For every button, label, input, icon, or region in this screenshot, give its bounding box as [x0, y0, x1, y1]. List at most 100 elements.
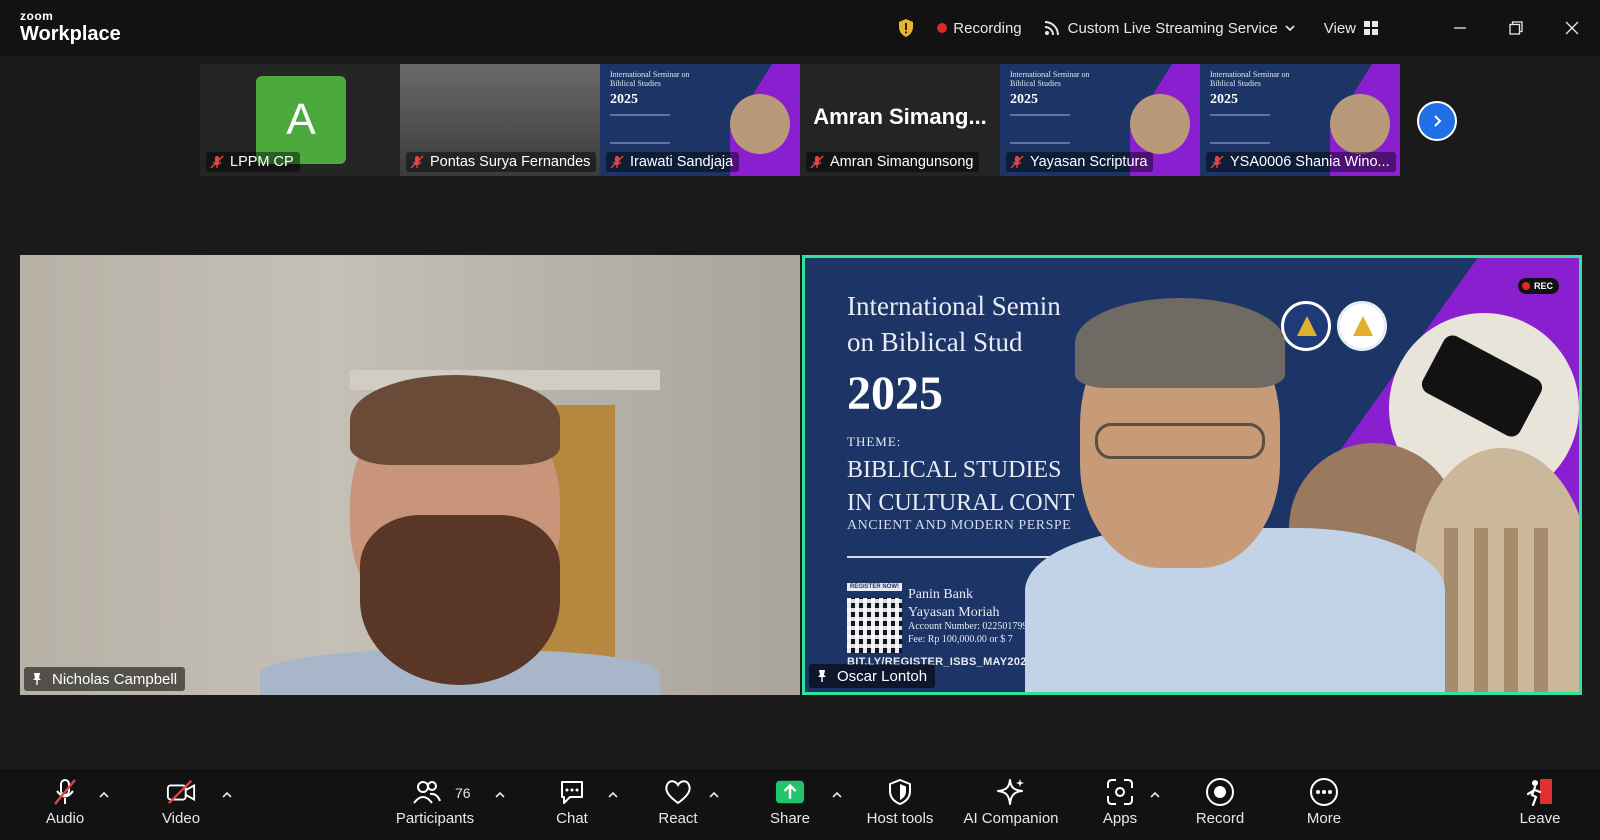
participant-name: LPPM CP	[230, 154, 294, 170]
chat-options-caret[interactable]	[607, 789, 619, 801]
apps-label: Apps	[1102, 810, 1138, 827]
shield-icon[interactable]	[897, 18, 915, 38]
mini-poster-title: International Seminar on Biblical Studie…	[610, 70, 690, 89]
avatar: A	[256, 76, 346, 164]
participant-name: Amran Simangunsong	[830, 154, 974, 170]
participant-name: YSA0006 Shania Wino...	[1230, 154, 1390, 170]
restore-button[interactable]	[1488, 0, 1544, 56]
video-tile-oscar[interactable]: International Semin on Biblical Stud 202…	[802, 255, 1582, 695]
view-button[interactable]: View	[1324, 20, 1378, 37]
poster-bank-info: Panin Bank Yayasan Moriah Account Number…	[908, 586, 1032, 646]
more-label: More	[1306, 810, 1342, 827]
streaming-dropdown[interactable]: Custom Live Streaming Service	[1068, 20, 1278, 37]
more-button[interactable]: More	[1274, 777, 1374, 833]
temple-column	[1444, 528, 1458, 692]
participant-name-tag: Pontas Surya Fernandes	[406, 152, 597, 172]
recording-indicator[interactable]: Recording	[953, 20, 1021, 37]
video-participant-name: Nicholas Campbell	[52, 670, 178, 688]
participant-thumbnail[interactable]: Pontas Surya Fernandes	[400, 64, 600, 176]
chat-label: Chat	[556, 810, 588, 827]
speaker-beard	[360, 515, 560, 685]
video-button[interactable]: Video	[131, 777, 231, 833]
participant-thumbnail[interactable]: International Seminar on Biblical Studie…	[1200, 64, 1400, 176]
host-tools-button[interactable]: Host tools	[850, 777, 950, 833]
apps-options-caret[interactable]	[1149, 789, 1161, 801]
apps-icon	[1107, 779, 1133, 805]
brand-top: zoom	[20, 9, 54, 23]
leave-button[interactable]: Leave	[1490, 777, 1590, 833]
poster-subtitle-line: BIBLICAL STUDIES	[847, 457, 1062, 483]
poster-year: 2025	[847, 367, 943, 420]
qr-code-overlay	[847, 598, 902, 653]
apps-button[interactable]: Apps	[1070, 777, 1170, 833]
mini-poster-year: 2025	[610, 92, 638, 107]
ai-companion-button[interactable]: AI Companion	[961, 777, 1061, 833]
mic-muted-icon	[610, 155, 624, 169]
mic-muted-icon	[410, 155, 424, 169]
participant-name-tag: YSA0006 Shania Wino...	[1206, 152, 1396, 172]
zoom-meeting-window: zoom Workplace Recording Custom Live Str…	[0, 0, 1600, 840]
heart-icon	[665, 780, 691, 805]
participant-thumbnail[interactable]: International Seminar on Biblical Studie…	[1000, 64, 1200, 176]
stream-icon	[1044, 21, 1059, 36]
rec-badge-label: REC	[1533, 281, 1553, 291]
meeting-toolbar: Audio Video Participants 76 Chat React S…	[0, 769, 1600, 840]
minimize-button[interactable]	[1432, 0, 1488, 56]
video-options-caret[interactable]	[221, 789, 233, 801]
mic-muted-icon	[210, 155, 224, 169]
temple-column	[1534, 528, 1548, 692]
mic-muted-icon	[1010, 155, 1024, 169]
react-button[interactable]: React	[628, 777, 728, 833]
poster-subtitle-line: IN CULTURAL CONT	[847, 490, 1075, 517]
temple-column	[1504, 528, 1518, 692]
poster-register-label: REGISTER NOW!	[847, 583, 902, 591]
react-options-caret[interactable]	[708, 789, 720, 801]
participants-count: 76	[455, 785, 471, 801]
share-arrow-icon	[775, 780, 805, 804]
speaker-hair	[350, 375, 560, 465]
mic-muted-icon	[1210, 155, 1224, 169]
video-participant-name: Oscar Lontoh	[837, 667, 928, 685]
record-label: Record	[1195, 810, 1245, 827]
chat-button[interactable]: Chat	[522, 777, 622, 833]
chevron-down-icon[interactable]	[1284, 22, 1296, 34]
audio-options-caret[interactable]	[98, 789, 110, 801]
leave-label: Leave	[1519, 810, 1561, 827]
participant-name: Pontas Surya Fernandes	[430, 154, 591, 170]
grid-icon	[1364, 21, 1378, 35]
participant-thumbnail[interactable]: Amran Simang... Amran Simangunsong	[800, 64, 1000, 176]
participants-icon	[413, 781, 441, 804]
participants-options-caret[interactable]	[494, 789, 506, 801]
share-button[interactable]: Share	[740, 777, 840, 833]
pin-icon	[818, 670, 826, 682]
share-options-caret[interactable]	[831, 789, 843, 801]
institution-seal	[1337, 301, 1387, 351]
participants-label: Participants	[395, 810, 475, 827]
participant-name-tag: Amran Simangunsong	[806, 152, 980, 172]
next-page-button[interactable]	[1417, 101, 1457, 141]
mini-poster-lines	[1010, 114, 1070, 144]
record-icon	[1206, 778, 1234, 806]
mini-poster-photo	[1130, 94, 1190, 154]
speaker-glasses	[1095, 423, 1265, 459]
brand-bottom: Workplace	[20, 23, 121, 45]
speaker-hair	[1075, 298, 1285, 388]
video-name-tag: Oscar Lontoh	[809, 664, 936, 688]
more-icon	[1310, 778, 1338, 806]
participant-thumbnail[interactable]: International Seminar on Biblical Studie…	[600, 64, 800, 176]
mic-muted-icon	[54, 779, 76, 805]
participant-thumbnail[interactable]: A LPPM CP	[200, 64, 400, 176]
leave-icon	[1526, 779, 1552, 807]
mini-poster-photo	[1330, 94, 1390, 154]
poster-bank: Panin Bank	[908, 587, 973, 602]
mini-poster-year: 2025	[1210, 92, 1238, 107]
close-window-button[interactable]	[1544, 0, 1600, 56]
audio-button[interactable]: Audio	[15, 777, 115, 833]
minimize-icon	[1454, 27, 1466, 29]
video-tile-nicholas[interactable]: Nicholas Campbell	[20, 255, 800, 695]
record-button[interactable]: Record	[1170, 777, 1270, 833]
mini-poster-photo	[730, 94, 790, 154]
close-icon	[1565, 21, 1579, 35]
next-arrow-icon	[1434, 115, 1442, 127]
poster-title-line: on Biblical Stud	[847, 327, 1023, 358]
